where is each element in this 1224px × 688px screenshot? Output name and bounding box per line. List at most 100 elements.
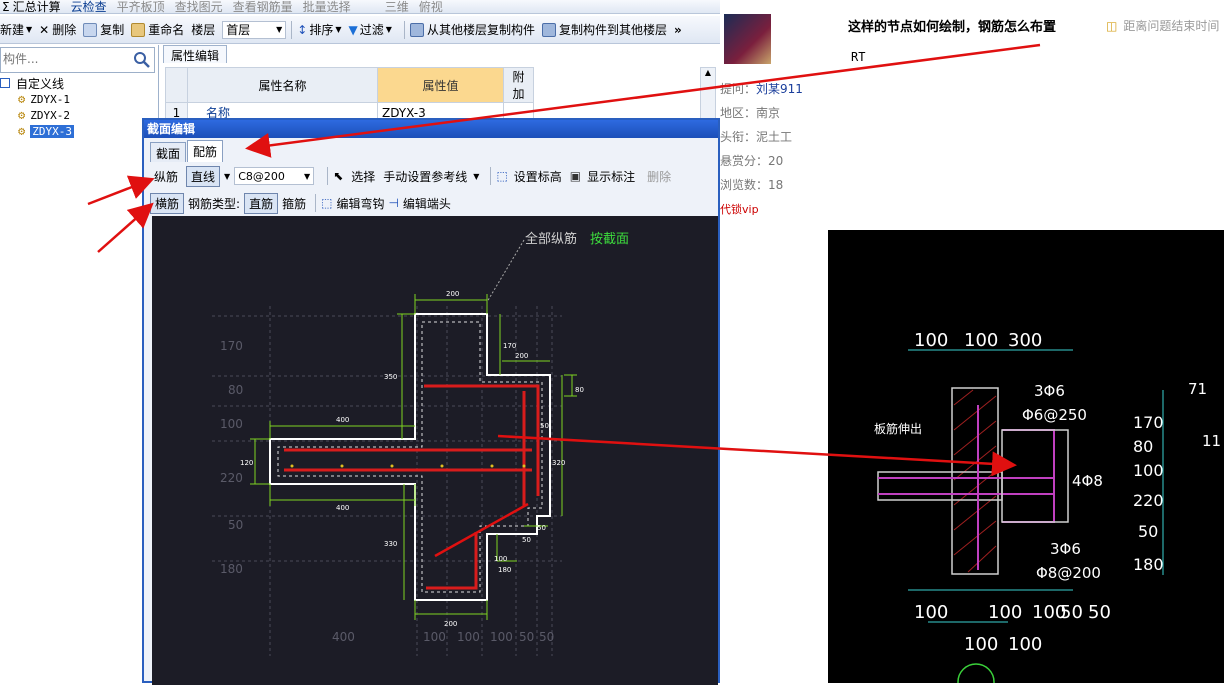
ref-line-button[interactable]: 手动设置参考线	[379, 167, 471, 186]
meta-title: 头衔：泥土工	[720, 128, 792, 145]
stirrup-type-button[interactable]: 箍筋	[278, 194, 310, 213]
line-mode-button[interactable]: 直线	[186, 165, 221, 187]
delete-icon: ✕	[39, 22, 50, 37]
scrollbar[interactable]: ▲	[700, 67, 716, 119]
elevation-icon: ⬚	[496, 169, 508, 183]
tab-section[interactable]: 截面	[150, 142, 187, 162]
rebar-input[interactable]: C8@200 ▼	[234, 167, 315, 185]
sort-label: 排序	[309, 23, 334, 37]
copy-from-floor-label: 从其他楼层复制构件	[426, 23, 535, 37]
top-view-button[interactable]: 俯视	[419, 0, 443, 13]
tree-folder-icon	[0, 78, 10, 88]
component-search[interactable]	[0, 47, 155, 73]
3d-button[interactable]: 三维	[385, 0, 409, 13]
dim-label: 80	[575, 386, 584, 394]
edit-hook-button[interactable]: 编辑弯钩	[332, 194, 388, 213]
rebar-bottom[interactable]	[426, 532, 478, 590]
vip-badge[interactable]: 代锁vip	[720, 201, 759, 217]
cad-bottom-dims: 100 100 100 50 50 100 100	[914, 602, 1111, 655]
copy-button[interactable]: 复制	[83, 19, 124, 41]
section-drawing[interactable]: 200 350 170 200 80 400 50 120 320 400 33…	[152, 216, 718, 685]
dim-label: 170	[1133, 413, 1164, 432]
dropdown-arrow-icon: ▼	[26, 25, 33, 34]
dim-label: 80	[1133, 437, 1153, 456]
note-by-section[interactable]: 按截面	[590, 232, 629, 247]
longitudinal-button[interactable]: 纵筋	[150, 167, 182, 186]
dim-label: 80	[228, 383, 243, 397]
dropdown-arrow-icon[interactable]: ▼	[473, 172, 479, 181]
gear-icon: ⚙	[18, 108, 26, 122]
tree-item-label: ZDYX-2	[30, 108, 70, 122]
chevron-down-icon: ▼	[276, 25, 283, 34]
rename-button[interactable]: 重命名	[131, 19, 184, 41]
edit-end-button[interactable]: 编辑端头	[399, 194, 455, 213]
sum-icon: Σ	[2, 0, 10, 14]
slab-extension-label: 板筋伸出	[874, 421, 922, 436]
cursor-icon: ⬉	[333, 169, 344, 183]
meta-value: 南京	[756, 106, 781, 120]
copy-from-floor-button[interactable]: 从其他楼层复制构件	[409, 19, 535, 41]
batch-select-button[interactable]: 批量选择	[303, 0, 351, 13]
delete-button[interactable]: ✕ 删除	[39, 19, 76, 41]
property-table: 属性名称 属性值 附加 1 名称 ZDYX-3	[165, 67, 534, 123]
dim-label: 100	[423, 630, 446, 644]
cloud-check-button[interactable]: 云检查	[71, 0, 107, 13]
asker-link[interactable]: 刘某911	[756, 82, 803, 96]
note-all-longitudinal: 全部纵筋	[525, 231, 577, 247]
dim-label: 350	[384, 373, 397, 381]
show-labels-button[interactable]: 显示标注	[583, 167, 639, 186]
dim-label: 50	[519, 630, 534, 644]
tree-item-selected[interactable]: ⚙ ZDYX-3	[0, 123, 150, 139]
dim-label: 200	[515, 352, 528, 360]
search-input[interactable]	[1, 48, 129, 70]
dim-label: 400	[336, 504, 349, 512]
chevron-down-icon: ▼	[304, 171, 311, 181]
cad-right-dims: 170 80 100 220 50 180	[1133, 413, 1164, 574]
filter-button[interactable]: ▼ 过滤 ▼	[349, 19, 392, 41]
dim-label: 100	[964, 634, 998, 655]
tab-property-edit[interactable]: 属性编辑	[163, 45, 228, 63]
copy-to-floor-button[interactable]: 复制构件到其他楼层	[541, 19, 667, 41]
tab-reinforcement[interactable]: 配筋	[187, 140, 224, 162]
dropdown-arrow-icon[interactable]: ▼	[224, 172, 230, 181]
tree-item[interactable]: ⚙ ZDYX-1	[0, 91, 150, 107]
dialog-tabs: 截面 配筋	[150, 140, 224, 162]
transverse-button[interactable]: 横筋	[150, 192, 185, 214]
dim-label: 100	[914, 602, 948, 623]
straight-type-button[interactable]: 直筋	[244, 192, 279, 214]
delete-button[interactable]: 删除	[643, 167, 675, 186]
dimension-lines	[250, 294, 577, 620]
sort-button[interactable]: ↕ 排序 ▼	[297, 19, 341, 41]
set-elevation-button[interactable]: 设置标高	[510, 167, 566, 186]
left-dimension-labels: 170 80 100 220 50 180	[220, 339, 243, 576]
toolbar-divider	[403, 20, 405, 39]
summary-button[interactable]: 汇总计算	[13, 0, 61, 13]
meta-label: 地区：	[720, 106, 757, 120]
align-slab-button[interactable]: 平齐板顶	[117, 0, 165, 13]
view-rebar-button[interactable]: 查看钢筋量	[233, 0, 293, 13]
section-outline[interactable]	[269, 313, 551, 601]
cad-detail-image: 100 100 300 170 80 100 220 50 180 100 10…	[828, 230, 1224, 688]
avatar[interactable]	[724, 14, 771, 64]
more-chevron-icon[interactable]: »	[674, 19, 682, 41]
tree-item[interactable]: ⚙ ZDYX-2	[0, 107, 150, 123]
search-icon[interactable]	[132, 50, 152, 70]
label-icon: ▣	[569, 169, 582, 183]
floor-select[interactable]: 首层 ▼	[222, 20, 287, 39]
dim-label: 100	[220, 417, 243, 431]
rebar-label: Φ6@250	[1022, 406, 1087, 424]
question-title: 这样的节点如何绘制，钢筋怎么布置	[848, 20, 1057, 35]
select-button[interactable]: 选择	[347, 167, 379, 186]
meta-value: 泥土工	[756, 130, 793, 144]
filter-label: 过滤	[359, 23, 384, 37]
new-button[interactable]: 新建 ▼	[0, 19, 32, 41]
delete-label: 删除	[52, 23, 77, 37]
index-header	[165, 67, 188, 103]
section-canvas[interactable]: 200 350 170 200 80 400 50 120 320 400 33…	[152, 216, 718, 685]
gear-icon: ⚙	[18, 124, 26, 138]
toolbar-divider	[327, 167, 329, 185]
find-element-button[interactable]: 查找图元	[175, 0, 223, 13]
scroll-up-icon[interactable]: ▲	[701, 68, 715, 77]
tree-root[interactable]: 自定义线	[0, 75, 150, 91]
cad-drawing: 100 100 300 170 80 100 220 50 180 100 10…	[874, 330, 1221, 688]
